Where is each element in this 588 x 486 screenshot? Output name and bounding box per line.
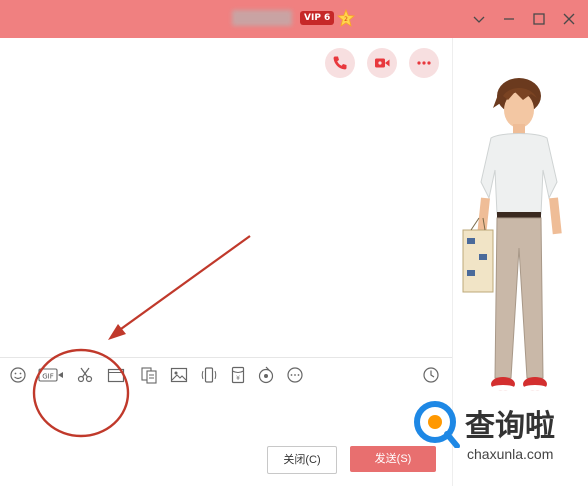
annotation-arrow	[108, 235, 251, 340]
phone-icon	[333, 56, 347, 70]
watermark-brand: 查询啦	[465, 409, 555, 444]
clock-icon[interactable]	[422, 366, 440, 384]
redpacket-icon[interactable]: ¥	[229, 366, 247, 384]
minimize-icon[interactable]	[500, 10, 518, 28]
doc-icon[interactable]	[140, 366, 158, 384]
maximize-icon[interactable]	[530, 10, 548, 28]
send-button[interactable]: 发送(S)	[350, 446, 436, 472]
contact-name-blurred	[232, 10, 292, 26]
music-icon[interactable]	[257, 366, 275, 384]
close-icon[interactable]	[560, 10, 578, 28]
crown-icon: 2	[337, 9, 355, 27]
voice-call-button[interactable]	[325, 48, 355, 78]
emoji-icon[interactable]	[9, 366, 27, 384]
shake-icon[interactable]	[200, 366, 218, 384]
annotation-circle	[32, 348, 130, 438]
video-icon	[375, 58, 390, 68]
title-bar: VIP 6 2	[0, 0, 588, 38]
svg-text:2: 2	[344, 16, 348, 23]
toolbar-more-icon[interactable]	[286, 366, 304, 384]
svg-text:¥: ¥	[236, 375, 240, 382]
close-button[interactable]: 关闭(C)	[267, 446, 337, 474]
video-call-button[interactable]	[367, 48, 397, 78]
more-icon	[417, 61, 431, 65]
watermark-logo	[414, 401, 460, 448]
more-options-button[interactable]	[409, 48, 439, 78]
chevron-down-icon[interactable]	[470, 10, 488, 28]
vip-badge: VIP 6	[300, 11, 335, 25]
watermark-url: chaxunla.com	[467, 446, 554, 462]
image-icon[interactable]	[170, 366, 188, 384]
avatar-character-image	[462, 78, 562, 391]
